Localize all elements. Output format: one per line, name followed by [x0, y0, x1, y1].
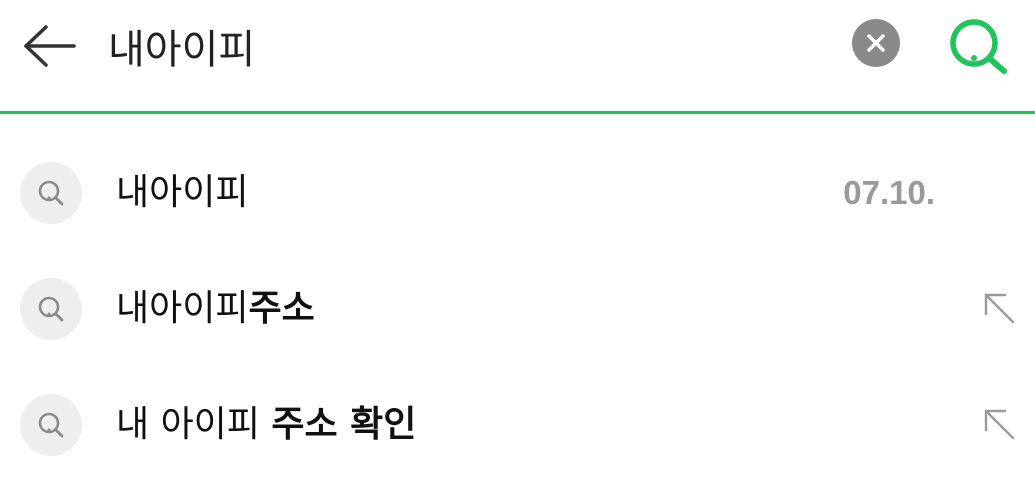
arrow-left-icon	[24, 25, 76, 67]
suggestion-search-icon	[20, 394, 82, 456]
suggestion-match: 내아이피	[116, 172, 249, 213]
clear-button[interactable]	[852, 19, 900, 67]
arrow-up-left-icon	[984, 409, 1015, 440]
fill-query-button[interactable]	[981, 406, 1017, 442]
suggestion-row[interactable]: 내 아이피 주소 확인	[0, 368, 1035, 480]
close-icon	[867, 34, 885, 52]
fill-query-button[interactable]	[981, 290, 1017, 326]
suggestion-text: 내아이피	[116, 170, 248, 216]
suggestion-completion: 주소 확인	[271, 404, 417, 445]
search-screen: 내아이피07.10.내아이피주소내 아이피 주소 확인	[0, 0, 1035, 480]
search-bar	[0, 0, 1035, 112]
suggestion-completion: 주소	[248, 288, 315, 329]
suggestion-row[interactable]: 내아이피 07.10.	[0, 136, 1035, 252]
suggestion-match: 내 아이피	[116, 404, 272, 445]
suggestion-search-icon	[20, 278, 82, 340]
suggestion-search-icon	[20, 162, 82, 224]
suggestion-text: 내아이피주소	[116, 286, 315, 332]
suggestion-row[interactable]: 내아이피주소	[0, 252, 1035, 368]
suggestion-match: 내아이피	[116, 288, 249, 329]
suggestion-list: 내아이피 07.10. 내아이피주소 내 아이피 주소 확인	[0, 136, 1035, 480]
search-input[interactable]	[108, 14, 808, 78]
suggestion-date: 07.10.	[843, 174, 935, 211]
suggestion-text: 내 아이피 주소 확인	[116, 402, 416, 448]
back-button[interactable]	[18, 16, 82, 76]
search-underline	[0, 111, 1035, 114]
search-button[interactable]	[944, 16, 1012, 76]
search-icon	[950, 19, 1007, 74]
arrow-up-left-icon	[984, 293, 1015, 324]
